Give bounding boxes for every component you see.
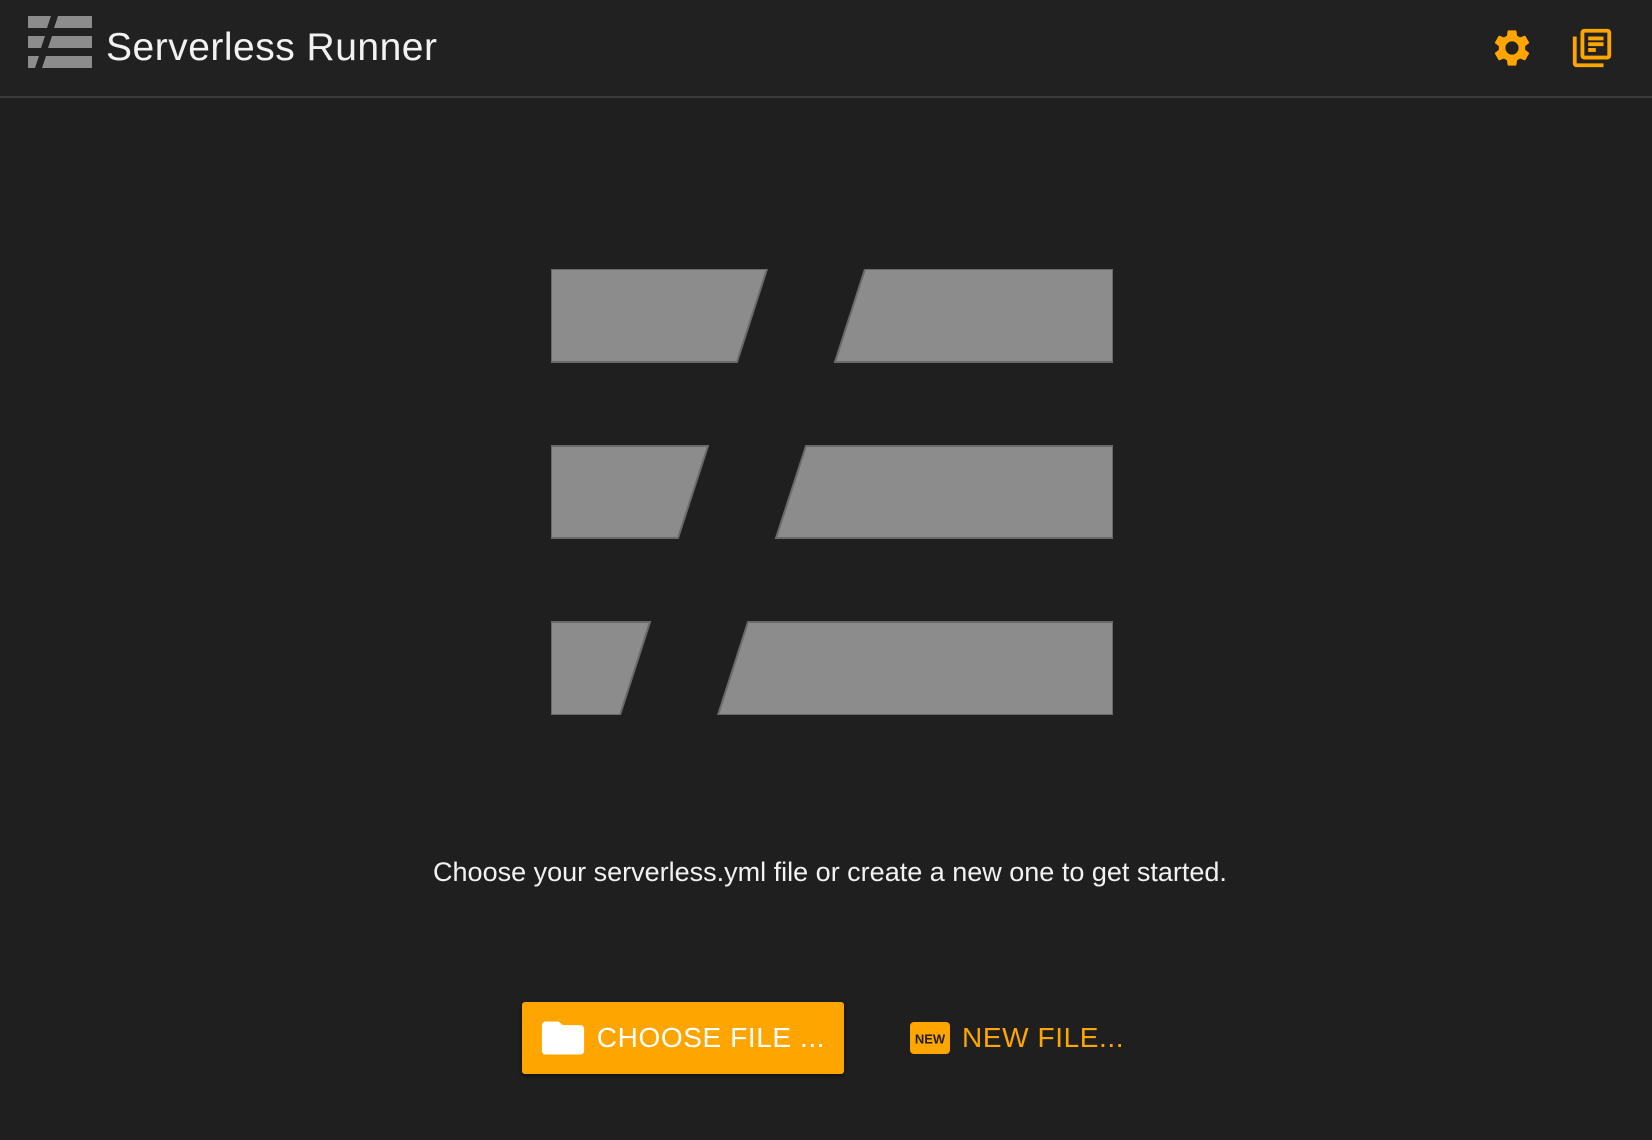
choose-file-button[interactable]: CHOOSE FILE ... bbox=[522, 1002, 844, 1074]
intro-text: Choose your serverless.yml file or creat… bbox=[433, 857, 1227, 887]
gear-icon bbox=[1494, 30, 1530, 66]
new-badge-icon: NEW bbox=[910, 1022, 950, 1054]
serverless-hero-logo bbox=[551, 269, 1113, 715]
choose-file-label: CHOOSE FILE ... bbox=[596, 1022, 826, 1053]
folder-icon bbox=[541, 1021, 584, 1055]
new-badge-text: NEW bbox=[915, 1032, 946, 1047]
new-file-label: NEW FILE... bbox=[962, 1022, 1125, 1053]
docs-button[interactable] bbox=[1568, 24, 1616, 72]
top-app-bar: Serverless Runner bbox=[0, 0, 1652, 98]
new-file-button[interactable]: NEW NEW FILE... bbox=[904, 1002, 1130, 1074]
library-books-icon bbox=[1572, 28, 1612, 68]
app-window: Serverless Runner Choose your serverless… bbox=[0, 0, 1652, 1140]
serverless-logo-icon bbox=[28, 16, 92, 68]
app-title: Serverless Runner bbox=[106, 26, 438, 69]
settings-button[interactable] bbox=[1488, 24, 1536, 72]
